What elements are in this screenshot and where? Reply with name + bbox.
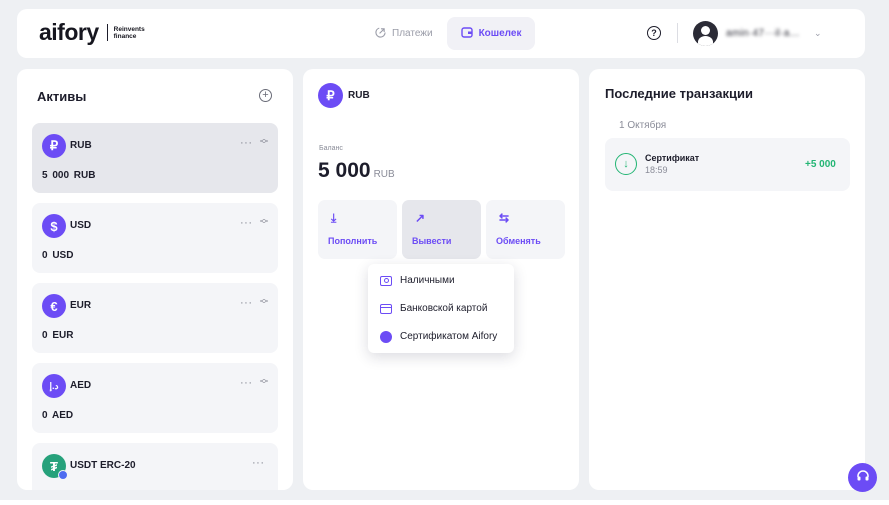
incoming-icon: ↓: [615, 153, 637, 175]
balance-currency: RUB: [373, 169, 395, 180]
asset-code: USDT ERC-20: [70, 460, 136, 471]
asset-item-rub[interactable]: ₽ RUB ··· ︿ ﹀ 5 000 RUB: [32, 123, 278, 193]
add-asset-icon[interactable]: +: [259, 89, 272, 102]
nav-payments-label: Платежи: [392, 28, 433, 39]
asset-balance: 0 EUR: [42, 330, 74, 341]
asset-item-eur[interactable]: € EUR ··· ︿ ﹀ 0 EUR: [32, 283, 278, 353]
user-menu[interactable]: amin·47···il·a… ⌄: [693, 21, 822, 46]
more-icon[interactable]: ···: [240, 217, 253, 229]
asset-item-usd[interactable]: $ USD ··· ︿ ﹀ 0 USD: [32, 203, 278, 273]
more-icon[interactable]: ···: [252, 457, 265, 469]
transactions-title: Последние транзакции: [605, 86, 753, 101]
dollar-icon: $: [42, 214, 66, 238]
asset-balance: 5 000 RUB: [42, 170, 96, 181]
withdraw-button[interactable]: ↗ Вывести: [402, 200, 481, 259]
transaction-time: 18:59: [645, 165, 668, 175]
menu-item-label: Наличными: [400, 275, 455, 286]
chevron-down-icon: ⌄: [813, 28, 822, 38]
tagline-line-1: Reinvents: [113, 25, 145, 33]
reorder-icon[interactable]: ︿ ﹀: [260, 215, 268, 229]
more-icon[interactable]: ···: [240, 297, 253, 309]
download-icon: ⤓: [331, 211, 337, 225]
balance-value: 5 000 RUB: [318, 159, 395, 183]
menu-item-label: Банковской картой: [400, 303, 488, 314]
ruble-icon: ₽: [318, 83, 343, 108]
nav-wallet-label: Кошелек: [478, 28, 522, 39]
transaction-row[interactable]: ↓ Сертификат 18:59 +5 000: [605, 138, 850, 191]
help-icon[interactable]: ?: [647, 26, 661, 40]
nav-wallet[interactable]: Кошелек: [446, 17, 536, 50]
asset-balance: 0 AED: [42, 410, 74, 421]
support-chat-button[interactable]: [848, 463, 877, 492]
menu-item-cash[interactable]: Наличными: [368, 267, 514, 294]
main-nav: Платежи Кошелек: [361, 17, 536, 50]
assets-title: Активы: [37, 89, 87, 104]
asset-balance: 0 USD: [42, 250, 74, 261]
exchange-icon: ⇆: [499, 211, 510, 225]
wallet-currency: RUB: [348, 90, 370, 101]
asset-code: AED: [70, 380, 92, 391]
bottom-edge: [0, 500, 889, 505]
card-icon: [380, 303, 392, 314]
reorder-icon[interactable]: ︿ ﹀: [260, 135, 268, 149]
avatar: [693, 21, 718, 46]
network-badge-icon: [58, 470, 68, 480]
asset-code: EUR: [70, 300, 92, 311]
transaction-amount: +5 000: [805, 159, 836, 170]
nav-payments[interactable]: Платежи: [361, 17, 447, 50]
dirham-icon: د.إ: [42, 374, 66, 398]
deposit-label: Пополнить: [328, 236, 378, 246]
exchange-button[interactable]: ⇆ Обменять: [486, 200, 565, 259]
euro-icon: €: [42, 294, 66, 318]
menu-item-card[interactable]: Банковской картой: [368, 295, 514, 322]
asset-item-usdt[interactable]: ₮ USDT ERC-20 ···: [32, 443, 278, 490]
cash-icon: [380, 275, 392, 286]
header-divider: [677, 23, 678, 43]
certificate-icon: [380, 330, 392, 343]
menu-item-label: Сертификатом Aifory: [400, 331, 498, 342]
balance-amount: 5 000: [318, 159, 371, 182]
menu-item-certificate[interactable]: Сертификатом Aifory: [368, 323, 514, 350]
logo-tagline: Reinvents finance: [114, 26, 145, 40]
transactions-date: 1 Октября: [619, 120, 667, 131]
asset-code: RUB: [70, 140, 92, 151]
arrow-up-right-icon: [375, 26, 386, 41]
tagline-line-2: finance: [113, 32, 137, 40]
arrow-up-right-icon: ↗: [415, 211, 426, 225]
ruble-icon: ₽: [42, 134, 66, 158]
assets-panel: Активы + ₽ RUB ··· ︿ ﹀ 5 000 RUB $ USD ··…: [17, 69, 293, 490]
top-header: aifory Reinvents finance Платежи Кошелек…: [17, 9, 865, 58]
exchange-label: Обменять: [496, 236, 541, 246]
logo-wordmark: aifory: [39, 19, 99, 45]
balance-label: Баланс: [319, 145, 343, 152]
logo-divider: [106, 24, 108, 41]
more-icon[interactable]: ···: [240, 377, 253, 389]
user-name: amin·47···il·a…: [726, 28, 800, 39]
headset-icon: [856, 469, 870, 486]
aifory-logo[interactable]: aifory Reinvents finance: [39, 21, 145, 44]
withdraw-label: Вывести: [412, 236, 452, 246]
withdraw-menu: Наличными Банковской картой Сертификатом…: [368, 264, 514, 353]
asset-code: USD: [70, 220, 92, 231]
transaction-name: Сертификат: [645, 153, 700, 163]
wallet-icon: [460, 26, 473, 41]
reorder-icon[interactable]: ︿ ﹀: [260, 375, 268, 389]
transactions-panel: Последние транзакции 1 Октября ↓ Сертифи…: [589, 69, 865, 490]
reorder-icon[interactable]: ︿ ﹀: [260, 295, 268, 309]
asset-item-aed[interactable]: د.إ AED ··· ︿ ﹀ 0 AED: [32, 363, 278, 433]
deposit-button[interactable]: ⤓ Пополнить: [318, 200, 397, 259]
more-icon[interactable]: ···: [240, 137, 253, 149]
